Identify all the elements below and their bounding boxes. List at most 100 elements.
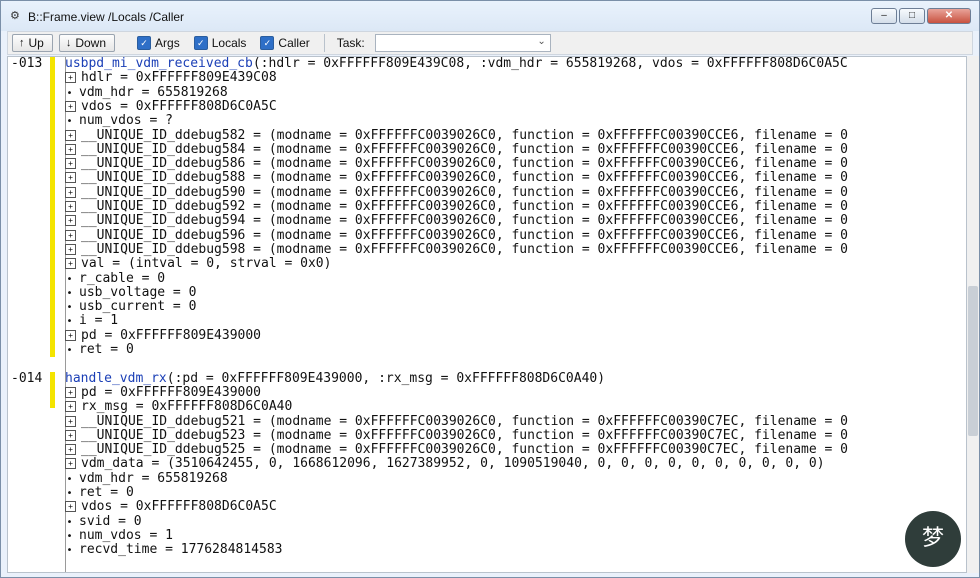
local-variable-row[interactable]: + pd = 0xFFFFFF809E439000 — [65, 384, 262, 400]
plus-box-icon[interactable]: + — [65, 429, 76, 441]
up-label: Up — [28, 36, 44, 50]
variable-value: __UNIQUE_ID_ddebug582 = (modname = 0xFFF… — [81, 127, 849, 143]
checkmark-icon: ✓ — [137, 36, 152, 50]
bullet-icon: • — [66, 516, 73, 528]
variable-value: __UNIQUE_ID_ddebug598 = (modname = 0xFFF… — [81, 241, 849, 257]
close-button[interactable]: ✕ — [927, 8, 971, 24]
plus-box-icon[interactable]: + — [65, 201, 76, 212]
frame-listing[interactable]: -013 usbpd_mi_vdm_received_cb(:hdlr = 0xF… — [7, 56, 967, 573]
variable-value: vdos = 0xFFFFFF808D6C0A5C — [81, 98, 277, 114]
local-variable-row[interactable]: + __UNIQUE_ID_ddebug588 = (modname = 0xFF… — [65, 171, 848, 185]
down-label: Down — [75, 36, 107, 50]
plus-box-icon[interactable]: + — [65, 158, 76, 170]
local-variable-row[interactable]: + __UNIQUE_ID_ddebug596 = (modname = 0xFF… — [65, 227, 849, 243]
variable-value: vdm_hdr = 655819268 — [79, 470, 228, 486]
task-dropdown[interactable]: ⌄ — [374, 34, 551, 52]
maximize-button[interactable]: □ — [899, 8, 925, 24]
plus-box-icon[interactable]: + — [65, 129, 76, 141]
local-variable-row[interactable]: + __UNIQUE_ID_ddebug598 = (modname = 0xFF… — [65, 241, 849, 257]
local-variable-row[interactable]: • usb_voltage = 0 — [65, 285, 196, 300]
local-variable-row[interactable]: • i = 1 — [65, 314, 118, 328]
local-variable-row[interactable]: • svid = 0 — [65, 513, 142, 529]
local-variable-row[interactable]: + __UNIQUE_ID_ddebug521 = (modname = 0xFF… — [65, 414, 848, 429]
vertical-scrollbar[interactable] — [967, 56, 979, 573]
variable-value: __UNIQUE_ID_ddebug588 = (modname = 0xFFF… — [81, 170, 849, 186]
locals-checkbox[interactable]: ✓ Locals — [193, 36, 246, 50]
plus-box-icon[interactable]: + — [65, 458, 76, 470]
title-bar[interactable]: ⚙ B::Frame.view /Locals /Caller – □ ✕ — [1, 1, 979, 31]
local-variable-row[interactable]: + val = (intval = 0, strval = 0x0) — [65, 257, 331, 271]
plus-box-icon[interactable]: + — [65, 329, 76, 341]
scrollbar-thumb[interactable] — [968, 286, 978, 436]
variable-value: ret = 0 — [79, 342, 134, 357]
variable-value: vdm_data = (3510642455, 0, 1668612096, 1… — [81, 456, 825, 472]
frame-header[interactable]: usbpd_mi_vdm_received_cb(:hdlr = 0xFFFFF… — [65, 57, 848, 71]
local-variable-row[interactable]: + __UNIQUE_ID_ddebug582 = (modname = 0xFF… — [65, 127, 849, 143]
variable-value: pd = 0xFFFFFF809E439000 — [81, 384, 262, 400]
local-variable-row[interactable]: + vdos = 0xFFFFFF808D6C0A5C — [65, 500, 277, 514]
plus-box-icon[interactable]: + — [65, 143, 76, 155]
toolbar: ↑ Up ↓ Down ✓ Args ✓ Locals ✓ Caller Tas… — [7, 31, 973, 55]
local-variable-row[interactable]: + vdos = 0xFFFFFF808D6C0A5C — [65, 98, 277, 114]
local-variable-row[interactable]: • num_vdos = 1 — [65, 528, 172, 543]
local-variable-row[interactable]: • num_vdos = ? — [65, 114, 172, 128]
down-arrow-icon: ↓ — [65, 37, 72, 49]
local-variable-row[interactable]: + __UNIQUE_ID_ddebug584 = (modname = 0xFF… — [65, 142, 848, 157]
window-title: B::Frame.view /Locals /Caller — [28, 10, 185, 24]
local-variable-row[interactable]: + pd = 0xFFFFFF809E439000 — [65, 328, 261, 343]
variable-value: __UNIQUE_ID_ddebug596 = (modname = 0xFFF… — [81, 227, 849, 243]
local-variable-row[interactable]: + rx_msg = 0xFFFFFF808D6C0A40 — [65, 400, 292, 414]
plus-box-icon[interactable]: + — [65, 229, 76, 241]
function-name[interactable]: handle_vdm_rx — [65, 371, 167, 386]
plus-box-icon[interactable]: + — [65, 386, 76, 398]
plus-box-icon[interactable]: + — [65, 172, 76, 184]
frame-marker — [50, 371, 55, 408]
frame-level: -014 — [11, 370, 43, 386]
local-variable-row[interactable]: • r_cable = 0 — [65, 271, 165, 286]
bullet-icon: • — [66, 302, 73, 314]
variable-value: usb_current = 0 — [79, 299, 197, 315]
local-variable-row[interactable]: + vdm_data = (3510642455, 0, 1668612096, … — [65, 457, 825, 471]
local-variable-row[interactable]: + __UNIQUE_ID_ddebug592 = (modname = 0xFF… — [65, 200, 848, 214]
minimize-button[interactable]: – — [871, 8, 897, 24]
args-checkbox[interactable]: ✓ Args — [137, 36, 180, 50]
frame-header[interactable]: handle_vdm_rx(:pd = 0xFFFFFF809E439000, … — [65, 370, 606, 386]
plus-box-icon[interactable]: + — [65, 72, 76, 84]
task-label: Task: — [336, 36, 365, 50]
plus-box-icon[interactable]: + — [65, 258, 76, 270]
local-variable-row[interactable]: + __UNIQUE_ID_ddebug594 = (modname = 0xFF… — [65, 214, 848, 228]
function-name[interactable]: usbpd_mi_vdm_received_cb — [65, 57, 253, 71]
local-variable-row[interactable]: + __UNIQUE_ID_ddebug590 = (modname = 0xFF… — [65, 184, 849, 200]
plus-box-icon[interactable]: + — [65, 415, 76, 427]
plus-box-icon[interactable]: + — [65, 444, 76, 456]
plus-box-icon[interactable]: + — [65, 215, 76, 227]
variable-value: hdlr = 0xFFFFFF809E439C08 — [81, 70, 277, 86]
local-variable-row[interactable]: + __UNIQUE_ID_ddebug525 = (modname = 0xFF… — [65, 443, 848, 457]
local-variable-row[interactable]: • vdm_hdr = 655819268 — [65, 470, 228, 486]
function-args: (:pd = 0xFFFFFF809E439000, :rx_msg = 0xF… — [166, 370, 606, 386]
plus-box-icon[interactable]: + — [65, 501, 76, 513]
checkmark-icon: ✓ — [193, 36, 208, 50]
bullet-icon: • — [66, 488, 73, 499]
local-variable-row[interactable]: + __UNIQUE_ID_ddebug586 = (modname = 0xFF… — [65, 157, 848, 171]
plus-box-icon[interactable]: + — [65, 100, 76, 112]
local-variable-row[interactable]: + __UNIQUE_ID_ddebug523 = (modname = 0xFF… — [65, 427, 849, 443]
caller-checkbox[interactable]: ✓ Caller — [260, 36, 310, 50]
up-button[interactable]: ↑ Up — [12, 34, 53, 52]
variable-value: __UNIQUE_ID_ddebug523 = (modname = 0xFFF… — [81, 427, 849, 443]
plus-box-icon[interactable]: + — [65, 243, 76, 255]
local-variable-row[interactable]: • ret = 0 — [65, 486, 133, 500]
local-variable-row[interactable]: • usb_current = 0 — [65, 300, 196, 314]
local-variable-row[interactable]: • ret = 0 — [65, 342, 134, 357]
down-button[interactable]: ↓ Down — [58, 34, 116, 52]
local-variable-row[interactable]: • recvd_time = 1776284814583 — [65, 543, 282, 557]
variable-value: __UNIQUE_ID_ddebug586 = (modname = 0xFFF… — [81, 156, 849, 172]
plus-box-icon[interactable]: + — [65, 401, 76, 413]
plus-box-icon[interactable]: + — [65, 186, 76, 198]
window-controls: – □ ✕ — [869, 8, 971, 24]
bullet-icon: • — [66, 473, 73, 485]
variable-value: svid = 0 — [79, 513, 142, 529]
variable-value: __UNIQUE_ID_ddebug590 = (modname = 0xFFF… — [81, 184, 849, 200]
local-variable-row[interactable]: + hdlr = 0xFFFFFF809E439C08 — [65, 71, 277, 85]
local-variable-row[interactable]: • vdm_hdr = 655819268 — [65, 85, 227, 100]
